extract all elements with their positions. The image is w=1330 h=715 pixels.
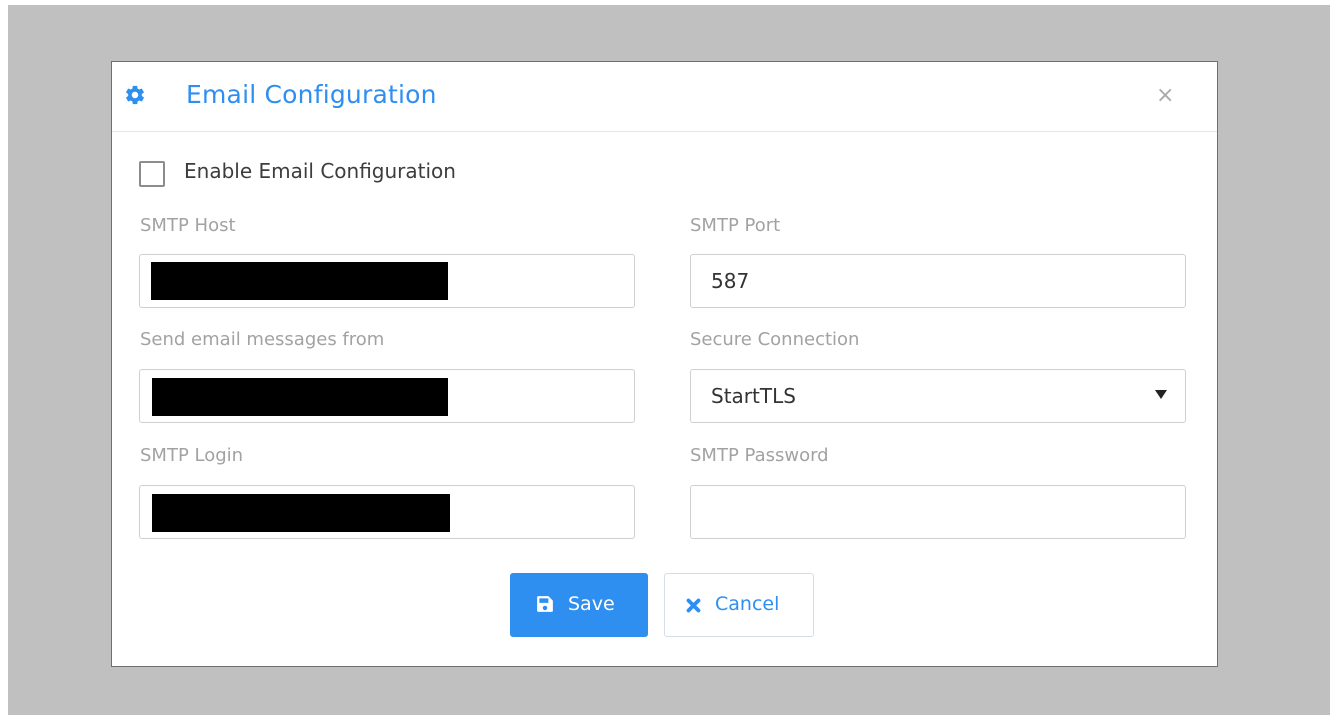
smtp-password-input[interactable] [690,485,1186,539]
chevron-down-icon [1155,390,1167,399]
close-icon[interactable]: × [1156,84,1174,108]
from-input[interactable] [139,369,635,423]
smtp-login-label: SMTP Login [140,445,244,466]
save-button-label: Save [568,593,615,615]
redacted-block [152,494,450,532]
smtp-port-input[interactable]: 587 [690,254,1186,308]
from-label: Send email messages from [140,329,385,350]
dialog-title: Email Configuration [186,80,437,109]
smtp-host-input[interactable] [139,254,635,308]
enable-email-checkbox[interactable] [139,161,165,187]
secure-connection-value: StartTLS [711,384,796,408]
cancel-button[interactable]: Cancel [664,573,814,637]
redacted-block [152,378,448,416]
floppy-disk-icon [537,596,553,612]
smtp-host-label: SMTP Host [140,215,236,236]
smtp-port-label: SMTP Port [690,215,781,236]
save-button[interactable]: Save [510,573,648,637]
x-icon [686,598,701,613]
secure-connection-select[interactable]: StartTLS [690,369,1186,423]
dialog-header: Email Configuration × [112,62,1217,132]
smtp-login-input[interactable] [139,485,635,539]
email-configuration-dialog: Email Configuration × Enable Email Confi… [111,61,1218,667]
gear-icon [126,85,144,105]
redacted-block [151,262,448,300]
enable-email-label[interactable]: Enable Email Configuration [184,159,456,183]
smtp-password-label: SMTP Password [690,445,829,466]
smtp-port-value: 587 [711,269,750,293]
cancel-button-label: Cancel [715,593,780,615]
secure-connection-label: Secure Connection [690,329,860,350]
